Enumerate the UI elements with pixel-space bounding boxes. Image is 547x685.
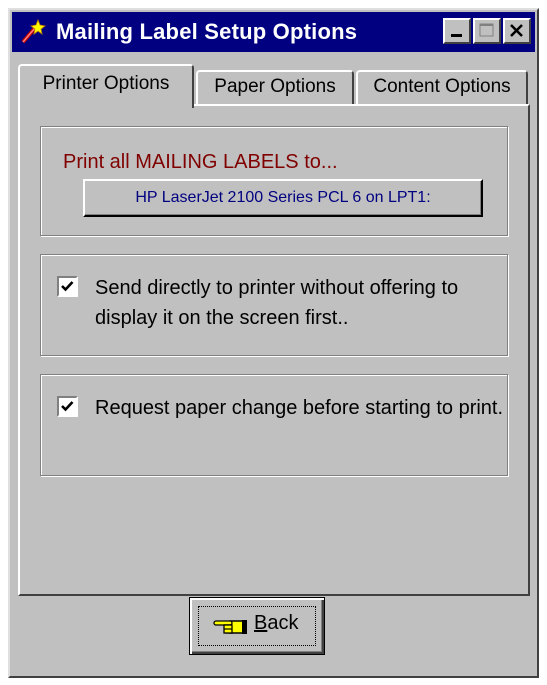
back-mnemonic: B	[254, 612, 268, 634]
back-button[interactable]: Back	[189, 597, 325, 655]
paper-change-label: Request paper change before starting to …	[95, 397, 504, 419]
tab-label: Printer Options	[42, 73, 170, 94]
back-label-rest: ack	[267, 612, 299, 634]
tab-content-options[interactable]: Content Options	[356, 70, 528, 106]
minimize-icon	[451, 34, 462, 37]
tab-label: Paper Options	[214, 76, 336, 97]
back-label: Back	[254, 612, 298, 635]
tab-printer-options[interactable]: Printer Options	[18, 64, 194, 108]
checkmark-icon	[61, 281, 74, 292]
close-button[interactable]	[503, 18, 531, 44]
tab-paper-options[interactable]: Paper Options	[196, 70, 354, 106]
print-to-label: Print all MAILING LABELS to...	[63, 151, 338, 173]
tab-label: Content Options	[373, 76, 511, 97]
tab-panel-printer-options: Print all MAILING LABELS to... HP LaserJ…	[18, 104, 530, 596]
paper-change-group: Request paper change before starting to …	[40, 374, 508, 476]
window-title: Mailing Label Setup Options	[56, 19, 358, 44]
dialog-window: Mailing Label Setup Options Printer Opti…	[8, 8, 539, 678]
printer-group: Print all MAILING LABELS to... HP LaserJ…	[40, 126, 508, 236]
send-direct-label: Send directly to printer without offerin…	[95, 277, 459, 329]
send-direct-checkbox[interactable]	[57, 276, 78, 297]
select-printer-button[interactable]: HP LaserJet 2100 Series PCL 6 on LPT1:	[83, 179, 483, 217]
close-icon	[510, 24, 523, 37]
checkmark-icon	[61, 401, 74, 412]
app-wand-icon	[21, 18, 46, 44]
paper-change-checkbox[interactable]	[57, 396, 78, 417]
minimize-button[interactable]	[443, 18, 471, 44]
send-direct-group: Send directly to printer without offerin…	[40, 254, 508, 356]
title-bar[interactable]: Mailing Label Setup Options	[12, 12, 535, 52]
maximize-button[interactable]	[473, 18, 501, 44]
maximize-icon	[479, 23, 494, 37]
tab-strip: Printer Options Paper Options Content Op…	[18, 62, 530, 108]
pointing-hand-icon	[213, 620, 247, 634]
